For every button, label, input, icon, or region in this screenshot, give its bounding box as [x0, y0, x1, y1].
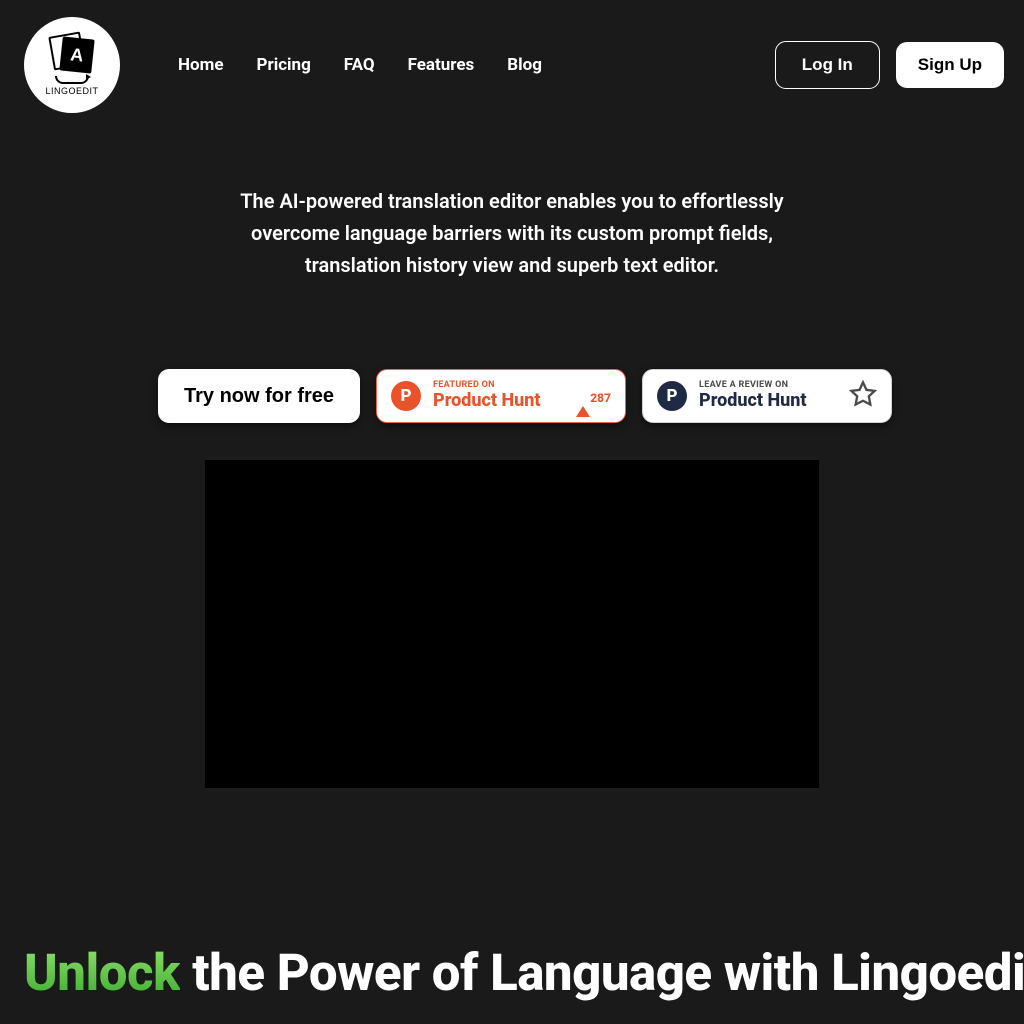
nav-faq[interactable]: FAQ [344, 55, 375, 75]
hero-video[interactable] [205, 460, 819, 788]
signup-button[interactable]: Sign Up [896, 42, 1004, 88]
nav-pricing[interactable]: Pricing [257, 55, 311, 75]
ph-review-main: Product Hunt [699, 391, 807, 412]
login-button[interactable]: Log In [775, 41, 880, 89]
nav-features[interactable]: Features [408, 55, 475, 75]
product-hunt-featured-badge[interactable]: P FEATURED ON Product Hunt 287 [376, 369, 626, 423]
star-icon [849, 380, 877, 412]
brand-logo-art: え A LINGOEDIT [45, 34, 98, 96]
site-header: え A LINGOEDIT Home Pricing FAQ Features … [0, 0, 1024, 113]
logo-swap-arrow-icon [55, 76, 89, 84]
primary-nav: Home Pricing FAQ Features Blog [178, 55, 542, 75]
logo-glyph-front: A [59, 36, 94, 73]
nav-blog[interactable]: Blog [507, 55, 542, 75]
section-headline: Unlock the Power of Language with Lingoe… [0, 944, 1024, 1003]
hero-description: The AI-powered translation editor enable… [232, 185, 792, 281]
product-hunt-logo-icon: P [657, 381, 687, 411]
product-hunt-review-badge[interactable]: P LEAVE A REVIEW ON Product Hunt [642, 369, 892, 423]
brand-name: LINGOEDIT [45, 86, 98, 96]
cta-row: Try now for free P FEATURED ON Product H… [158, 369, 1024, 423]
headline-accent: Unlock [24, 944, 180, 1003]
brand-logo[interactable]: え A LINGOEDIT [24, 17, 120, 113]
upvote-triangle-icon [576, 387, 590, 417]
product-hunt-logo-icon: P [391, 381, 421, 411]
nav-home[interactable]: Home [178, 55, 224, 75]
headline-rest: the Power of Language with Lingoedit [180, 944, 1024, 1003]
ph-upvote: 287 [576, 387, 611, 406]
auth-buttons: Log In Sign Up [775, 41, 1004, 89]
ph-featured-main: Product Hunt [433, 391, 541, 412]
try-free-button[interactable]: Try now for free [158, 369, 360, 423]
ph-upvote-count: 287 [590, 391, 611, 405]
